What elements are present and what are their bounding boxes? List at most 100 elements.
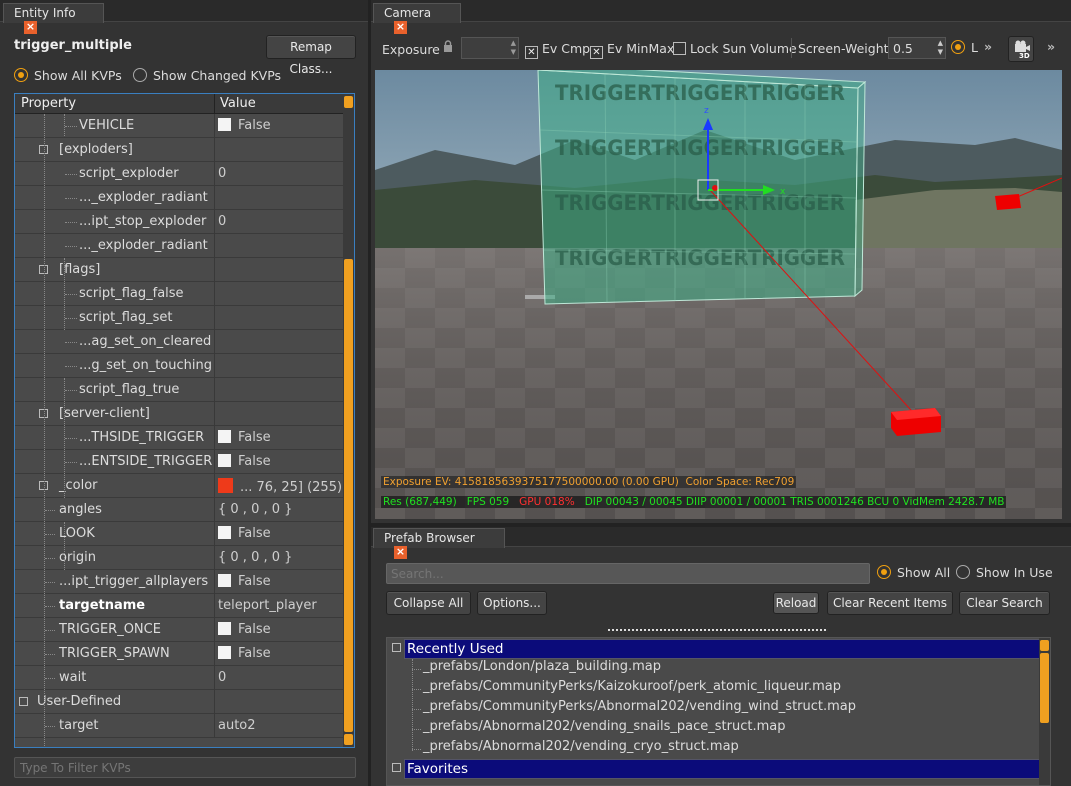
collapse-all-button[interactable]: Collapse All	[386, 591, 471, 615]
kvp-row[interactable]: ..._exploder_radiant	[15, 234, 343, 258]
screen-weight-spinbox[interactable]: 0.5 ▲ ▼	[888, 37, 946, 59]
checkbox-unchecked-icon[interactable]	[218, 118, 231, 131]
show-in-use-radio[interactable]: Show In Use	[956, 565, 1053, 580]
col-property-header[interactable]: Property	[21, 96, 76, 111]
kvp-value[interactable]: ... 76, 25] (255)	[218, 478, 342, 495]
kvp-value[interactable]: False	[218, 430, 271, 445]
kvp-value[interactable]: False	[218, 574, 271, 589]
kvp-value[interactable]: { 0 , 0 , 0 }	[218, 502, 292, 517]
prefab-tree[interactable]: Recently Used _prefabs/London/plaza_buil…	[386, 637, 1051, 786]
collapse-icon[interactable]	[392, 643, 401, 652]
remap-class-button[interactable]: Remap Class...	[266, 35, 356, 76]
kvp-value[interactable]: 0	[218, 670, 226, 685]
kvp-row[interactable]: TRIGGER_ONCE False	[15, 618, 343, 642]
kvp-row[interactable]: ..._exploder_radiant	[15, 186, 343, 210]
kvp-row[interactable]: angles { 0 , 0 , 0 }	[15, 498, 343, 522]
show-changed-kvps-radio[interactable]: Show Changed KVPs	[133, 68, 281, 83]
spin-down-icon[interactable]: ▼	[938, 48, 943, 56]
view-mode-button[interactable]: 3D	[1008, 36, 1034, 62]
recently-used-header[interactable]: Recently Used	[404, 639, 1040, 659]
scroll-thumb[interactable]	[1040, 653, 1049, 723]
color-swatch[interactable]	[218, 478, 233, 493]
ev-cmp-checkbox[interactable]: ✕ Ev Cmp	[525, 41, 590, 59]
checkbox-unchecked-icon[interactable]	[218, 526, 231, 539]
exposure-spinbox[interactable]: ▲ ▼	[461, 37, 519, 59]
kvp-property: script_flag_true	[79, 382, 180, 397]
kvp-scrollbar[interactable]	[343, 94, 354, 747]
scroll-down-icon[interactable]	[344, 734, 353, 745]
kvp-row[interactable]: wait 0	[15, 666, 343, 690]
kvp-value[interactable]: False	[218, 118, 271, 133]
kvp-value[interactable]: teleport_player	[218, 598, 317, 613]
kvp-value[interactable]: { 0 , 0 , 0 }	[218, 550, 292, 565]
favorites-header[interactable]: Favorites	[404, 759, 1040, 779]
target-entity-box[interactable]	[891, 408, 941, 436]
show-all-radio[interactable]: Show All	[877, 565, 950, 580]
spin-down-icon[interactable]: ▼	[511, 48, 516, 56]
spin-up-icon[interactable]: ▲	[938, 39, 943, 47]
kvp-value[interactable]: False	[218, 454, 271, 469]
splitter-handle[interactable]	[608, 629, 826, 633]
reload-button[interactable]: Reload	[773, 592, 819, 614]
prefab-list-item[interactable]: _prefabs/Abnormal202/vending_snails_pace…	[423, 719, 785, 739]
kvp-table[interactable]: Property Value VEHICLE False [exploders] sc…	[14, 93, 355, 748]
scroll-up-icon[interactable]	[1040, 640, 1049, 651]
prefab-list-item[interactable]: _prefabs/Abnormal202/vending_cryo_struct…	[423, 739, 739, 759]
prefab-list-item[interactable]: _prefabs/CommunityPerks/Abnormal202/vend…	[423, 699, 856, 719]
toolbar-overflow-icon[interactable]: »	[984, 39, 992, 54]
col-value-header[interactable]: Value	[220, 96, 256, 111]
kvp-value[interactable]: 0	[218, 166, 226, 181]
prefab-search-input[interactable]	[386, 563, 870, 584]
checkbox-unchecked-icon[interactable]	[218, 574, 231, 587]
kvp-row[interactable]: User-Defined	[15, 690, 343, 714]
prefab-list-item[interactable]: _prefabs/CommunityPerks/Kaizokuroof/perk…	[423, 679, 841, 699]
kvp-row[interactable]: ...ipt_stop_exploder 0	[15, 210, 343, 234]
ev-minmax-checkbox[interactable]: ✕ Ev MinMax	[590, 41, 674, 59]
checkbox-unchecked-icon[interactable]	[218, 622, 231, 635]
kvp-value[interactable]: False	[218, 646, 271, 661]
checkbox-unchecked-icon[interactable]	[218, 430, 231, 443]
kvp-value[interactable]: 0	[218, 214, 226, 229]
camera-viewport[interactable]: TRIGGERTRIGGERTRIGGER TRIGGERTRIGGERTRIG…	[375, 70, 1062, 519]
clear-recent-button[interactable]: Clear Recent Items	[827, 591, 953, 615]
tab-camera[interactable]: Camera×	[373, 3, 461, 34]
collapse-icon[interactable]	[19, 697, 28, 706]
kvp-row[interactable]: [exploders]	[15, 138, 343, 162]
collapse-icon[interactable]	[392, 763, 401, 772]
prefab-list-item[interactable]: _prefabs/London/plaza_building.map	[423, 659, 661, 679]
scroll-up-icon[interactable]	[344, 96, 353, 108]
kvp-value[interactable]: False	[218, 622, 271, 637]
kvp-row[interactable]: ...g_set_on_touching	[15, 354, 343, 378]
kvp-row[interactable]: script_exploder 0	[15, 162, 343, 186]
lock-icon[interactable]	[443, 40, 453, 52]
tab-prefab-browser[interactable]: Prefab Browser×	[373, 528, 505, 559]
stats-fps: FPS 059	[466, 496, 510, 508]
kvp-filter-input[interactable]	[14, 757, 356, 778]
checkbox-unchecked-icon[interactable]	[218, 454, 231, 467]
close-icon[interactable]: ×	[394, 21, 407, 34]
kvp-value[interactable]: auto2	[218, 718, 256, 733]
lock-sun-volume-checkbox[interactable]: Lock Sun Volume	[673, 41, 797, 56]
kvp-value[interactable]: False	[218, 526, 271, 541]
kvp-property: User-Defined	[37, 694, 122, 709]
spin-up-icon[interactable]: ▲	[511, 39, 516, 47]
options-button[interactable]: Options...	[477, 591, 547, 615]
prefab-scrollbar[interactable]	[1039, 638, 1050, 785]
l-radio[interactable]: L	[951, 40, 978, 55]
kvp-row[interactable]: target auto2	[15, 714, 343, 738]
kvp-row[interactable]: TRIGGER_SPAWN False	[15, 642, 343, 666]
target-entity-box-2[interactable]	[995, 194, 1021, 210]
kvp-row[interactable]: targetname teleport_player	[15, 594, 343, 618]
toolbar-overflow-icon-2[interactable]: »	[1047, 39, 1055, 54]
show-all-kvps-radio[interactable]: Show All KVPs	[14, 68, 122, 83]
view-mode-label: 3D	[1019, 52, 1030, 60]
kvp-row[interactable]: ...ag_set_on_cleared	[15, 330, 343, 354]
scroll-thumb[interactable]	[344, 259, 353, 732]
tab-entity-info[interactable]: Entity Info×	[3, 3, 104, 34]
close-icon[interactable]: ×	[24, 21, 37, 34]
kvp-row[interactable]: ...ipt_trigger_allplayers False	[15, 570, 343, 594]
tab-entity-info-label: Entity Info	[14, 6, 76, 20]
checkbox-unchecked-icon[interactable]	[218, 646, 231, 659]
close-icon[interactable]: ×	[394, 546, 407, 559]
clear-search-button[interactable]: Clear Search	[959, 591, 1050, 615]
